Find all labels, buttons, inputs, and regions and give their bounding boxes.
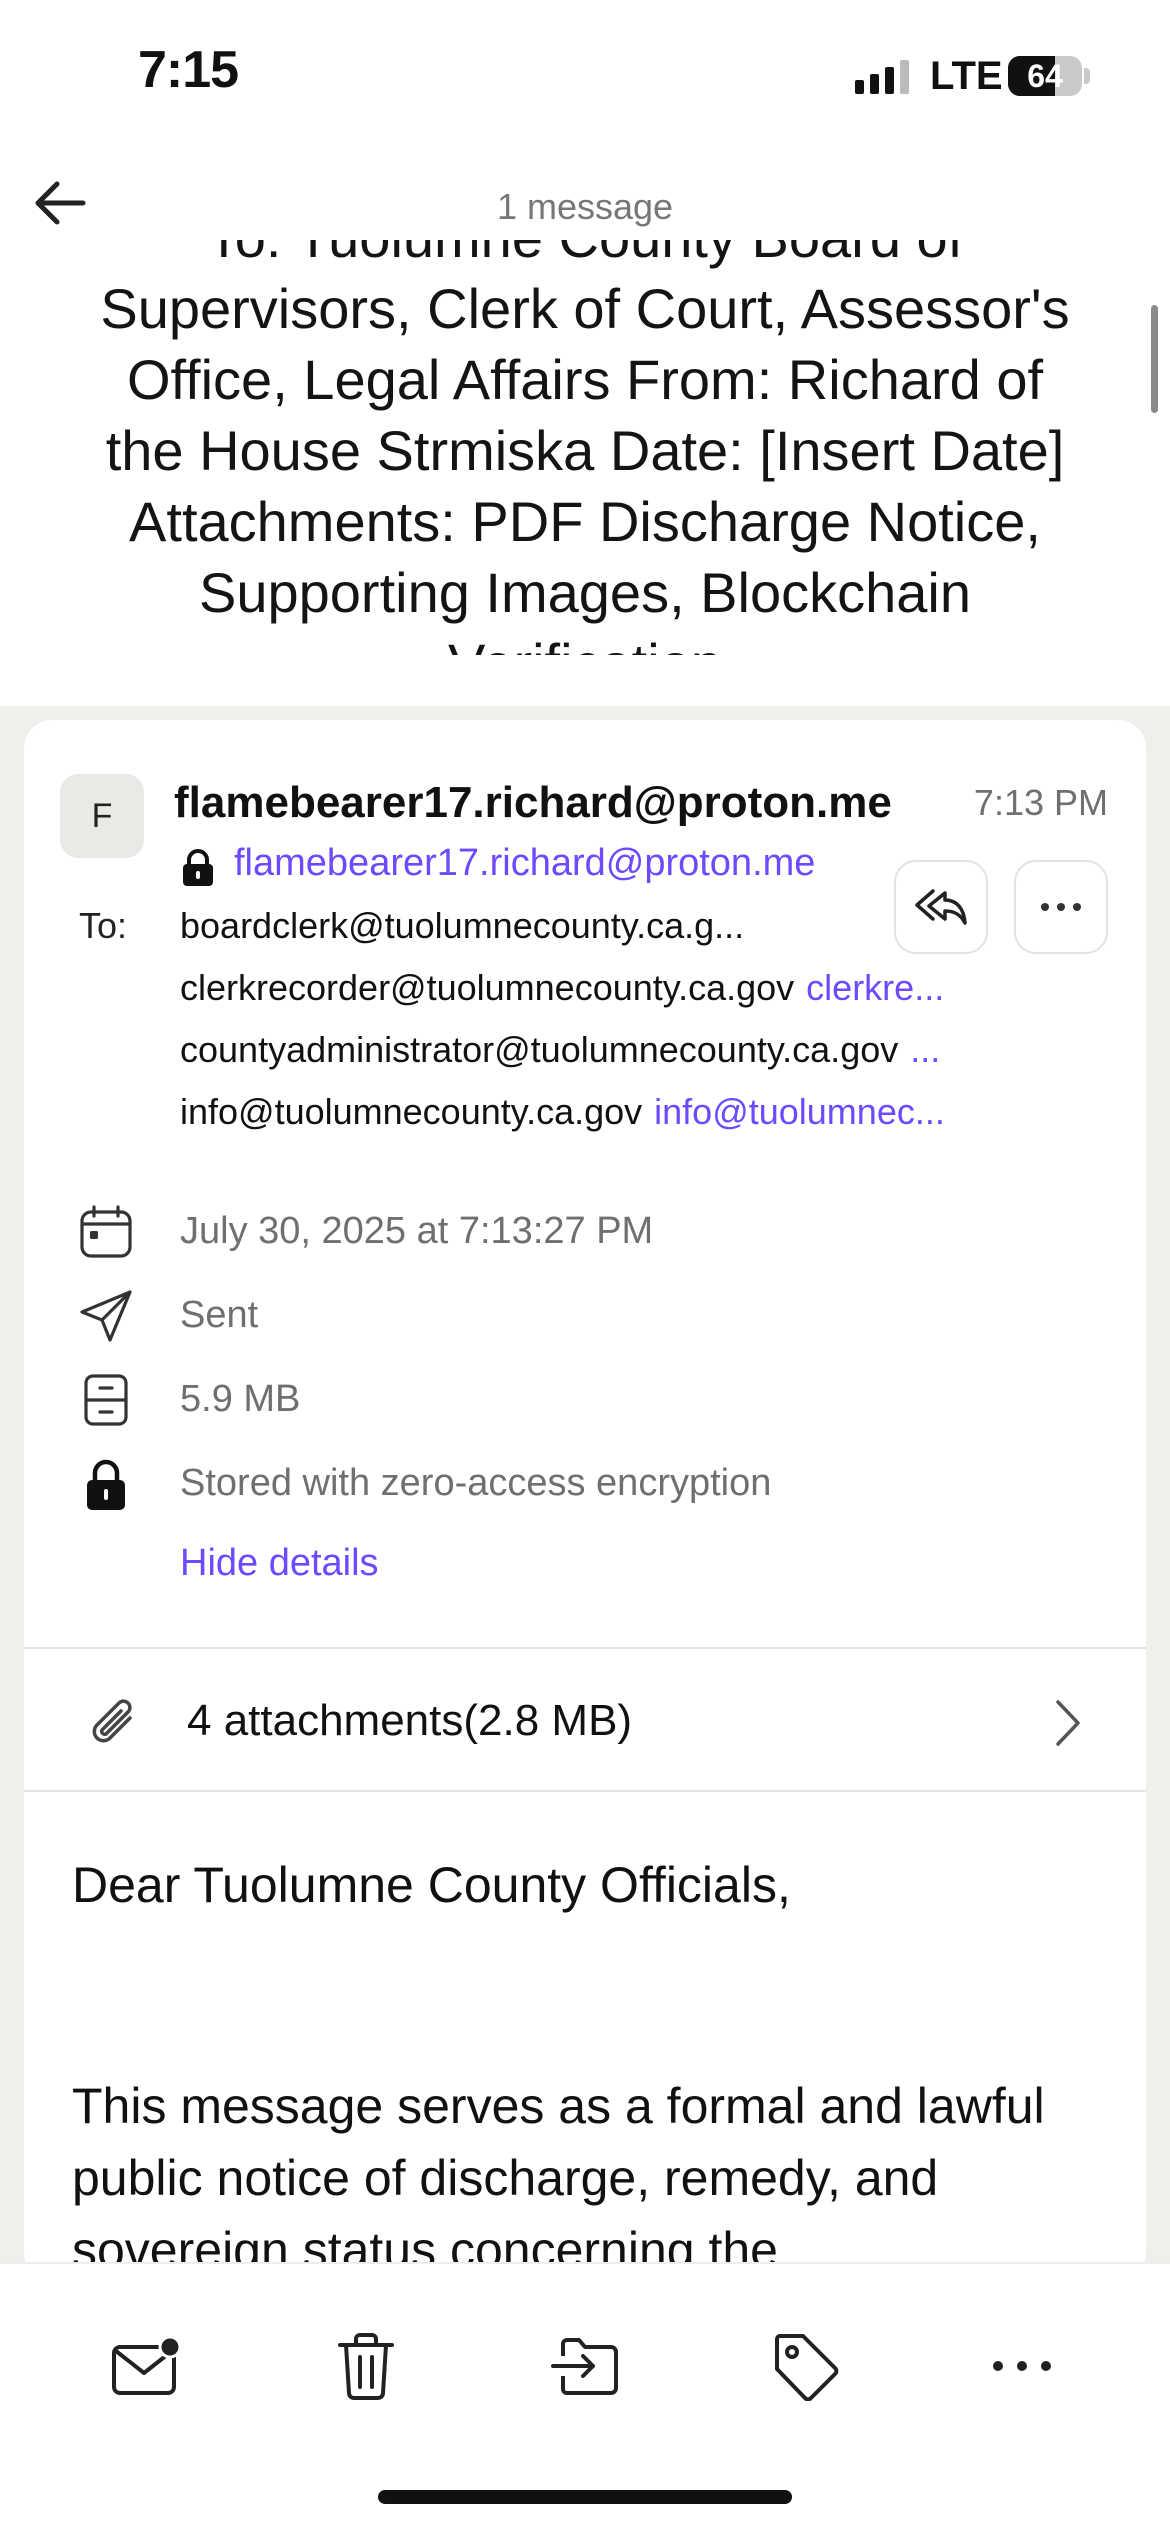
message-size: 5.9 MB [180,1378,301,1420]
mark-unread-button[interactable] [101,2326,191,2406]
ellipsis-icon [993,2361,1051,2371]
folder-label: Sent [180,1294,259,1336]
recipient-address: boardclerk@tuolumnecounty.ca.g... [180,905,745,946]
sent-time: 7:13 PM [973,782,1108,823]
attachments-row[interactable]: 4 attachments(2.8 MB) [24,1650,1146,1790]
to-label: To: [79,905,128,946]
lock-icon [76,1456,136,1512]
paperclip-icon [92,1699,132,1743]
recipient-address: countyadministrator@tuolumnecounty.ca.go… [180,1029,899,1070]
calendar-icon [76,1204,136,1260]
detail-encryption: Stored with zero-access encryption [24,1452,1146,1512]
subject-area: To: Tuolumne County Board of Supervisors… [0,240,1170,655]
label-button[interactable] [761,2326,851,2406]
envelope-dot-icon [112,2335,182,2395]
reply-all-button[interactable] [894,860,988,954]
more-options-button[interactable] [1014,860,1108,954]
ellipsis-icon [1041,903,1081,911]
email-body-greeting: Dear Tuolumne County Officials, [72,1857,791,1913]
attachments-label: 4 attachments(2.8 MB) [187,1696,633,1745]
paper-plane-icon [76,1288,136,1344]
more-actions-button[interactable] [977,2326,1067,2406]
recipient-address: clerkrecorder@tuolumnecounty.ca.gov [180,967,795,1008]
chevron-right-icon [1056,1700,1080,1746]
divider [24,1790,1146,1792]
hide-details-link[interactable]: Hide details [180,1542,379,1585]
trash-icon [338,2333,394,2400]
detail-size: 5.9 MB [24,1368,1146,1428]
recipient-address: info@tuolumnecounty.ca.gov [180,1091,643,1132]
recipient-1[interactable]: boardclerk@tuolumnecounty.ca.g... [180,905,870,947]
recipient-2[interactable]: clerkrecorder@tuolumnecounty.ca.gov cler… [180,967,1126,1009]
reply-all-icon [915,889,967,925]
recipient-3[interactable]: countyadministrator@tuolumnecounty.ca.go… [180,1029,1126,1071]
battery-icon: 64 [1008,56,1082,96]
email-subject: To: Tuolumne County Board of Supervisors… [100,240,1070,655]
move-to-folder-icon [551,2338,618,2395]
home-indicator[interactable] [378,2490,792,2504]
detail-date: July 30, 2025 at 7:13:27 PM [24,1200,1146,1260]
message-card: F flamebearer17.richard@proton.me 7:13 P… [24,720,1146,2280]
archive-icon [76,1372,136,1428]
tag-icon [775,2334,839,2401]
signal-strength-icon [855,58,909,94]
recipient-alias: clerkre... [806,967,945,1008]
sent-date: July 30, 2025 at 7:13:27 PM [180,1210,654,1252]
scrollbar[interactable] [1151,305,1158,413]
recipient-alias: info@tuolumnec... [654,1091,945,1132]
status-bar: 7:15 LTE 64 [0,0,1170,150]
battery-level: 64 [1027,58,1063,94]
recipient-alias: ... [910,1029,941,1070]
network-type: LTE [930,54,1003,98]
divider [24,1647,1146,1649]
delete-button[interactable] [321,2326,411,2406]
sender-address[interactable]: flamebearer17.richard@proton.me [234,842,815,885]
message-count: 1 message [496,186,674,227]
status-time: 7:15 [138,41,239,99]
encryption-status: Stored with zero-access encryption [180,1462,772,1504]
lock-icon [183,849,213,886]
avatar: F [60,774,144,858]
email-body-paragraph: This message serves as a formal and lawf… [72,2078,1045,2278]
sender-name[interactable]: flamebearer17.richard@proton.me [174,778,964,828]
detail-folder: Sent [24,1284,1146,1344]
move-to-folder-button[interactable] [541,2326,631,2406]
recipient-4[interactable]: info@tuolumnecounty.ca.gov info@tuolumne… [180,1091,1126,1133]
battery-nub [1084,68,1090,84]
